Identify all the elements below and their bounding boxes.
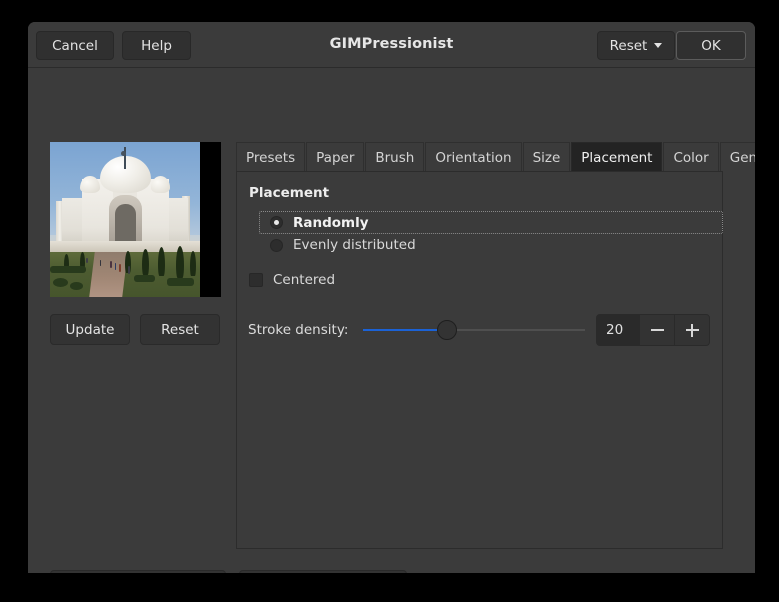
slider-fill bbox=[363, 329, 448, 331]
tab-color-label: Color bbox=[673, 149, 709, 166]
tab-orientation-label: Orientation bbox=[435, 149, 512, 166]
preview-reset-button[interactable]: Reset bbox=[140, 314, 220, 345]
settings-notebook: Presets Paper Brush Orientation Size Pla… bbox=[236, 142, 755, 549]
ok-button[interactable]: OK bbox=[676, 31, 746, 60]
radio-randomly-label: Randomly bbox=[293, 214, 369, 231]
stroke-density-spinner: 20 bbox=[596, 314, 710, 346]
tab-size[interactable]: Size bbox=[522, 142, 571, 172]
preview-image bbox=[50, 142, 200, 297]
dialog-content: Update Reset Presets Paper Brush Orienta… bbox=[28, 68, 755, 573]
preview-reset-button-label: Reset bbox=[161, 321, 199, 338]
update-button[interactable]: Update bbox=[50, 314, 130, 345]
tab-presets-label: Presets bbox=[246, 149, 296, 166]
chevron-down-icon bbox=[654, 43, 663, 48]
centered-checkbox-label: Centered bbox=[273, 272, 336, 288]
tab-bar: Presets Paper Brush Orientation Size Pla… bbox=[236, 142, 755, 172]
preview-letterbox bbox=[200, 142, 221, 297]
tab-orientation[interactable]: Orientation bbox=[425, 142, 522, 172]
dialog-titlebar: GIMPressionist Cancel Help Reset OK bbox=[28, 22, 755, 68]
preview-buttons: Update Reset bbox=[50, 314, 221, 345]
ok-button-label: OK bbox=[701, 37, 721, 54]
radio-evenly-distributed-label: Evenly distributed bbox=[293, 237, 416, 253]
preview-column: Update Reset bbox=[50, 142, 221, 345]
gimpressionist-dialog: GIMPressionist Cancel Help Reset OK Upda… bbox=[28, 22, 755, 573]
update-button-label: Update bbox=[65, 321, 115, 338]
radio-selected-icon bbox=[270, 216, 283, 229]
tab-placement-label: Placement bbox=[581, 149, 653, 166]
tab-presets[interactable]: Presets bbox=[236, 142, 306, 172]
plus-icon[interactable] bbox=[674, 315, 709, 345]
radio-randomly[interactable]: Randomly bbox=[259, 211, 723, 234]
reset-menu-button[interactable]: Reset bbox=[597, 31, 675, 60]
footer-buttons: Load Saved Settings Save Settings bbox=[50, 570, 407, 573]
stroke-density-label: Stroke density: bbox=[248, 322, 349, 338]
cancel-button[interactable]: Cancel bbox=[36, 31, 114, 60]
help-button-label: Help bbox=[141, 37, 172, 54]
reset-menu-button-label: Reset bbox=[609, 37, 648, 54]
tab-size-label: Size bbox=[532, 149, 561, 166]
stroke-density-input[interactable]: 20 bbox=[597, 315, 639, 345]
save-settings-button[interactable]: Save Settings bbox=[239, 570, 407, 573]
minus-icon[interactable] bbox=[639, 315, 674, 345]
tab-paper-label: Paper bbox=[316, 149, 355, 166]
tab-color[interactable]: Color bbox=[663, 142, 719, 172]
tab-general[interactable]: General bbox=[719, 142, 755, 172]
load-saved-settings-button[interactable]: Load Saved Settings bbox=[50, 570, 226, 573]
preview-area[interactable] bbox=[50, 142, 221, 297]
radio-evenly-distributed[interactable]: Evenly distributed bbox=[259, 234, 710, 256]
cancel-button-label: Cancel bbox=[52, 37, 98, 54]
centered-checkbox[interactable]: Centered bbox=[249, 269, 710, 291]
tab-brush-label: Brush bbox=[375, 149, 415, 166]
radio-unselected-icon bbox=[270, 238, 283, 252]
checkbox-unchecked-icon bbox=[249, 273, 263, 287]
tab-placement[interactable]: Placement bbox=[571, 142, 663, 172]
stroke-density-slider[interactable] bbox=[363, 315, 585, 345]
slider-handle[interactable] bbox=[437, 320, 458, 340]
placement-panel: Placement Randomly Evenly distributed Ce… bbox=[236, 171, 723, 549]
tab-paper[interactable]: Paper bbox=[306, 142, 365, 172]
tab-general-label: General bbox=[729, 149, 755, 166]
section-title: Placement bbox=[249, 185, 330, 201]
help-button[interactable]: Help bbox=[122, 31, 191, 60]
tab-brush[interactable]: Brush bbox=[365, 142, 425, 172]
stroke-density-row: Stroke density: 20 bbox=[248, 314, 710, 346]
